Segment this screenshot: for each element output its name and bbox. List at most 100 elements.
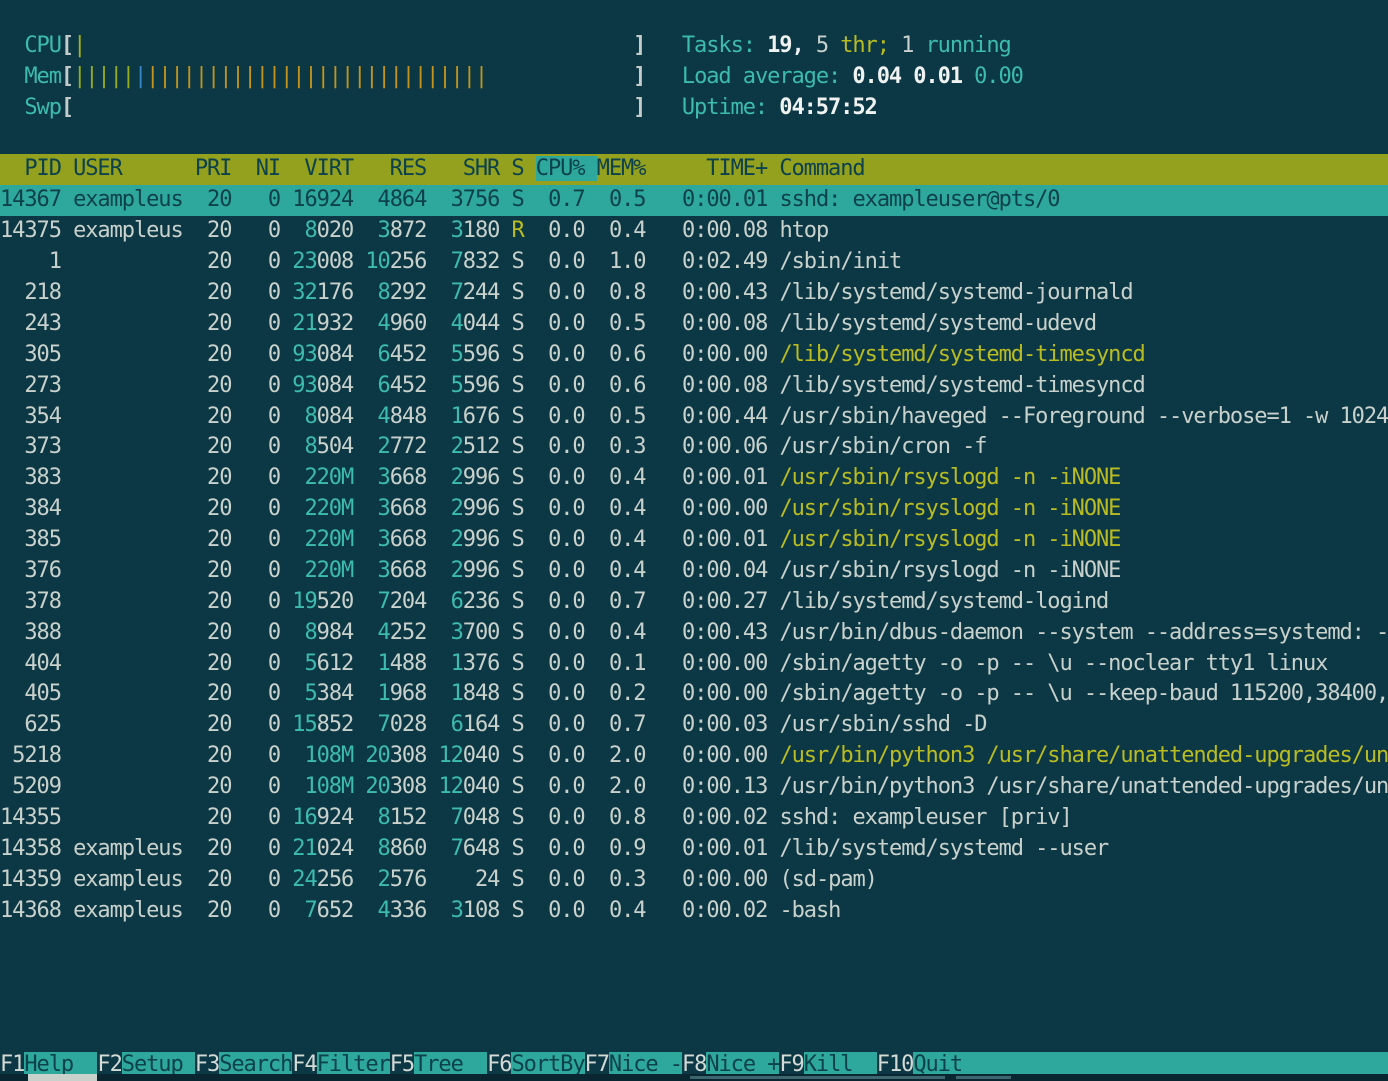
mem-meter-blue-bars: | [134,64,146,89]
virt-cell: 21 [292,836,316,861]
state-cell: S [512,589,524,614]
virt-cell: 220M [292,558,353,583]
process-row-376[interactable]: 376 20 0 220M 3668 2996 S 0.0 0.4 0:00.0… [0,556,1388,587]
cpu-percent-cell: 0.0 [536,620,585,645]
column-header-cpu-sorted[interactable]: CPU% [536,156,597,181]
tasks-count: 19, [767,33,804,58]
virt-cell: 108M [292,774,353,799]
process-row-14355[interactable]: 14355 20 0 16924 8152 7048 S 0.0 0.8 0:0… [0,803,1388,834]
shr-cell: 2 [438,465,462,490]
shr-cell: 3 [438,620,462,645]
pid-cell: 14367 [0,187,61,212]
process-row-5218[interactable]: 5218 20 0 108M 20308 12040 S 0.0 2.0 0:0… [0,741,1388,772]
column-header-shr[interactable]: SHR [438,156,511,181]
state-cell: S [512,620,524,645]
virt-cell: 8 [292,218,316,243]
running-count: 1 [901,33,913,58]
column-header-time[interactable]: TIME+ [658,156,780,181]
column-header-virt[interactable]: VIRT [292,156,365,181]
command-cell: /lib/systemd/systemd-timesyncd [779,342,1144,367]
process-row-5209[interactable]: 5209 20 0 108M 20308 12040 S 0.0 2.0 0:0… [0,772,1388,803]
swap-meter: Swp[ ] Uptime: 04:57:52 [0,93,1388,124]
priority-cell: 20 [195,805,232,830]
user-cell [73,712,183,737]
pid-cell: 625 [0,712,61,737]
priority-cell: 20 [195,373,232,398]
res-cell: 8 [365,836,389,861]
user-cell [73,774,183,799]
process-row-14368[interactable]: 14368 exampleus 20 0 7652 4336 3108 S 0.… [0,896,1388,927]
process-row-384[interactable]: 384 20 0 220M 3668 2996 S 0.0 0.4 0:00.0… [0,494,1388,525]
process-row-404[interactable]: 404 20 0 5612 1488 1376 S 0.0 0.1 0:00.0… [0,649,1388,680]
partial-glyph-block [28,1074,97,1081]
uptime-value: 04:57:52 [779,95,876,120]
htop-terminal: CPU[| ] Tasks: 19, 5 thr; 1 running Mem[… [0,0,1388,1081]
pid-cell: 14355 [0,805,61,830]
process-row-243[interactable]: 243 20 0 21932 4960 4044 S 0.0 0.5 0:00.… [0,309,1388,340]
process-row-218[interactable]: 218 20 0 32176 8292 7244 S 0.0 0.8 0:00.… [0,278,1388,309]
virt-cell: 8 [292,434,316,459]
process-row-273[interactable]: 273 20 0 93084 6452 5596 S 0.0 0.6 0:00.… [0,371,1388,402]
column-header-user[interactable]: USER [73,156,195,181]
priority-cell: 20 [195,712,232,737]
column-header-command[interactable]: Command [779,156,864,181]
mem-meter-open-bracket: [ [61,64,73,89]
time-cell: 0:00.27 [658,589,768,614]
mem-percent-cell: 2.0 [597,743,646,768]
pid-cell: 273 [0,373,61,398]
pid-cell: 385 [0,527,61,552]
column-header-pid[interactable]: PID [0,156,73,181]
time-cell: 0:00.01 [658,187,768,212]
process-row-405[interactable]: 405 20 0 5384 1968 1848 S 0.0 0.2 0:00.0… [0,679,1388,710]
mem-meter-close-bracket: ] [633,64,645,89]
cpu-meter-open-bracket: [ [61,33,73,58]
process-row-385[interactable]: 385 20 0 220M 3668 2996 S 0.0 0.4 0:00.0… [0,525,1388,556]
column-header-mem[interactable]: MEM% [597,156,658,181]
user-cell [73,589,183,614]
column-header-res[interactable]: RES [365,156,438,181]
column-header-ni[interactable]: NI [244,156,293,181]
process-row-625[interactable]: 625 20 0 15852 7028 6164 S 0.0 0.7 0:00.… [0,710,1388,741]
command-cell: htop [779,218,828,243]
process-row-378[interactable]: 378 20 0 19520 7204 6236 S 0.0 0.7 0:00.… [0,587,1388,618]
user-cell [73,465,183,490]
process-row-14375[interactable]: 14375 exampleus 20 0 8020 3872 3180 R 0.… [0,216,1388,247]
process-row-14358[interactable]: 14358 exampleus 20 0 21024 8860 7648 S 0… [0,834,1388,865]
command-cell: /usr/sbin/rsyslogd -n -iNONE [779,496,1120,521]
res-cell: 3 [365,218,389,243]
mem-percent-cell: 0.5 [597,187,646,212]
process-row-388[interactable]: 388 20 0 8984 4252 3700 S 0.0 0.4 0:00.4… [0,618,1388,649]
process-row-354[interactable]: 354 20 0 8084 4848 1676 S 0.0 0.5 0:00.4… [0,402,1388,433]
process-row-383[interactable]: 383 20 0 220M 3668 2996 S 0.0 0.4 0:00.0… [0,463,1388,494]
process-row-1[interactable]: 1 20 0 23008 10256 7832 S 0.0 1.0 0:02.4… [0,247,1388,278]
pid-cell: 404 [0,651,61,676]
virt-cell: 24 [292,867,316,892]
cpu-percent-cell: 0.0 [536,218,585,243]
res-cell: 20 [365,774,389,799]
state-cell: S [512,805,524,830]
mem-percent-cell: 0.6 [597,342,646,367]
virt-cell: 16 [292,805,316,830]
column-header-pri[interactable]: PRI [195,156,244,181]
process-row-305[interactable]: 305 20 0 93084 6452 5596 S 0.0 0.6 0:00.… [0,340,1388,371]
cpu-percent-cell: 0.0 [536,280,585,305]
virt-cell: 93 [292,342,316,367]
shr-cell: 3 [438,187,462,212]
mem-meter-green-bars: ||||| [73,64,134,89]
pid-cell: 1 [0,249,61,274]
pid-cell: 354 [0,404,61,429]
time-cell: 0:00.03 [658,712,768,737]
process-row-14367[interactable]: 14367 exampleus 20 0 16924 4864 3756 S 0… [0,185,1388,216]
shr-cell: 2 [438,496,462,521]
time-cell: 0:02.49 [658,249,768,274]
cpu-percent-cell: 0.0 [536,867,585,892]
priority-cell: 20 [195,311,232,336]
state-cell: S [512,434,524,459]
mem-percent-cell: 2.0 [597,774,646,799]
process-row-14359[interactable]: 14359 exampleus 20 0 24256 2576 24 S 0.0… [0,865,1388,896]
running-word: running [925,33,1010,58]
state-cell: S [512,774,524,799]
process-row-373[interactable]: 373 20 0 8504 2772 2512 S 0.0 0.3 0:00.0… [0,432,1388,463]
command-cell: /lib/systemd/systemd-timesyncd [779,373,1144,398]
column-header-state[interactable]: S [511,156,535,181]
